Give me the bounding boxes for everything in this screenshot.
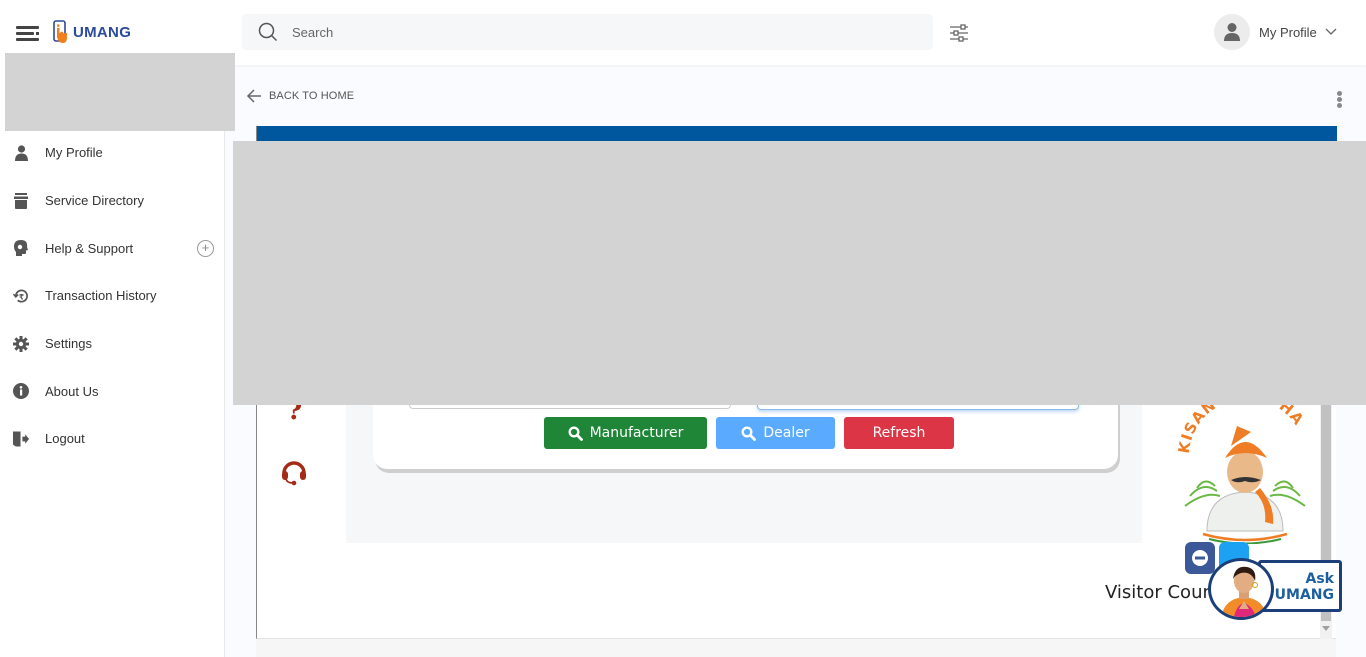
sidebar-item-settings[interactable]: Settings (0, 320, 225, 368)
scroll-down-arrow-icon[interactable] (1322, 626, 1330, 631)
expand-plus-icon[interactable]: + (197, 239, 214, 257)
search-icon (568, 425, 583, 441)
dealer-button-label: Dealer (763, 425, 810, 441)
dealer-search-button[interactable]: Dealer (716, 417, 835, 449)
svg-text:₹: ₹ (19, 292, 24, 301)
redacted-content-area (233, 141, 1366, 405)
user-icon (13, 145, 29, 161)
more-options-icon[interactable] (1335, 91, 1343, 109)
refresh-button-label: Refresh (872, 425, 926, 441)
search-icon (741, 425, 757, 441)
sidebar-item-label: My Profile (45, 145, 103, 161)
sidebar-item-label: About Us (45, 383, 99, 399)
headset-support-icon[interactable] (281, 458, 307, 486)
refresh-button[interactable]: Refresh (844, 417, 954, 449)
rupee-history-icon: ₹ (13, 288, 29, 304)
user-icon (1224, 23, 1240, 41)
app-name: UMANG (73, 23, 132, 41)
sidebar-item-my-profile[interactable]: My Profile (0, 129, 225, 177)
sidebar-menu: My Profile Service Directory Help & Supp… (0, 129, 225, 463)
sidebar-item-about-us[interactable]: About Us (0, 367, 225, 415)
footer-strip (256, 639, 1336, 657)
search-icon (258, 22, 278, 42)
profile-menu[interactable]: My Profile (1214, 14, 1337, 50)
umang-logo[interactable]: UMANG (53, 20, 131, 44)
gear-icon (13, 335, 29, 352)
filter-sliders-icon[interactable] (949, 23, 969, 43)
back-to-home-link[interactable]: BACK TO HOME (246, 88, 354, 104)
hamburger-menu-icon[interactable] (16, 24, 40, 42)
assistant-avatar (1208, 558, 1274, 620)
profile-label: My Profile (1259, 24, 1317, 40)
kisan-suvidha-logo: KISAN SUVIDHA (1175, 396, 1307, 544)
sidebar-item-help-support[interactable]: Help & Support + (0, 224, 225, 272)
sidebar-item-service-directory[interactable]: Service Directory (0, 177, 225, 225)
sidebar-item-transaction-history[interactable]: ₹ Transaction History (0, 272, 225, 320)
back-to-home-label: BACK TO HOME (269, 90, 355, 102)
ask-label: Ask (1305, 571, 1334, 587)
umang-label: UMANG (1274, 587, 1334, 603)
ask-umang-chat-button[interactable]: Ask UMANG (1208, 545, 1343, 620)
sidebar-item-label: Logout (45, 431, 85, 447)
head-support-icon (13, 240, 29, 257)
search-bar[interactable] (242, 14, 933, 50)
redacted-user-area (5, 53, 235, 131)
manufacturer-button-label: Manufacturer (589, 425, 684, 441)
sidebar-item-logout[interactable]: Logout (0, 415, 225, 463)
service-banner (257, 126, 1337, 142)
sidebar-item-label: Service Directory (45, 193, 144, 209)
chevron-down-icon (1325, 28, 1337, 35)
sidebar-item-label: Settings (45, 336, 92, 352)
umang-logo-icon (53, 20, 67, 43)
logout-icon (13, 431, 29, 447)
avatar (1214, 14, 1250, 50)
sidebar-item-label: Transaction History (45, 288, 157, 304)
manufacturer-search-button[interactable]: Manufacturer (544, 417, 707, 449)
sidebar-item-label: Help & Support (45, 240, 134, 256)
visitor-count-label: Visitor Count (1105, 582, 1221, 603)
archive-icon (13, 192, 29, 209)
info-icon (13, 383, 29, 400)
search-input[interactable] (292, 24, 892, 40)
arrow-left-icon (246, 89, 261, 103)
